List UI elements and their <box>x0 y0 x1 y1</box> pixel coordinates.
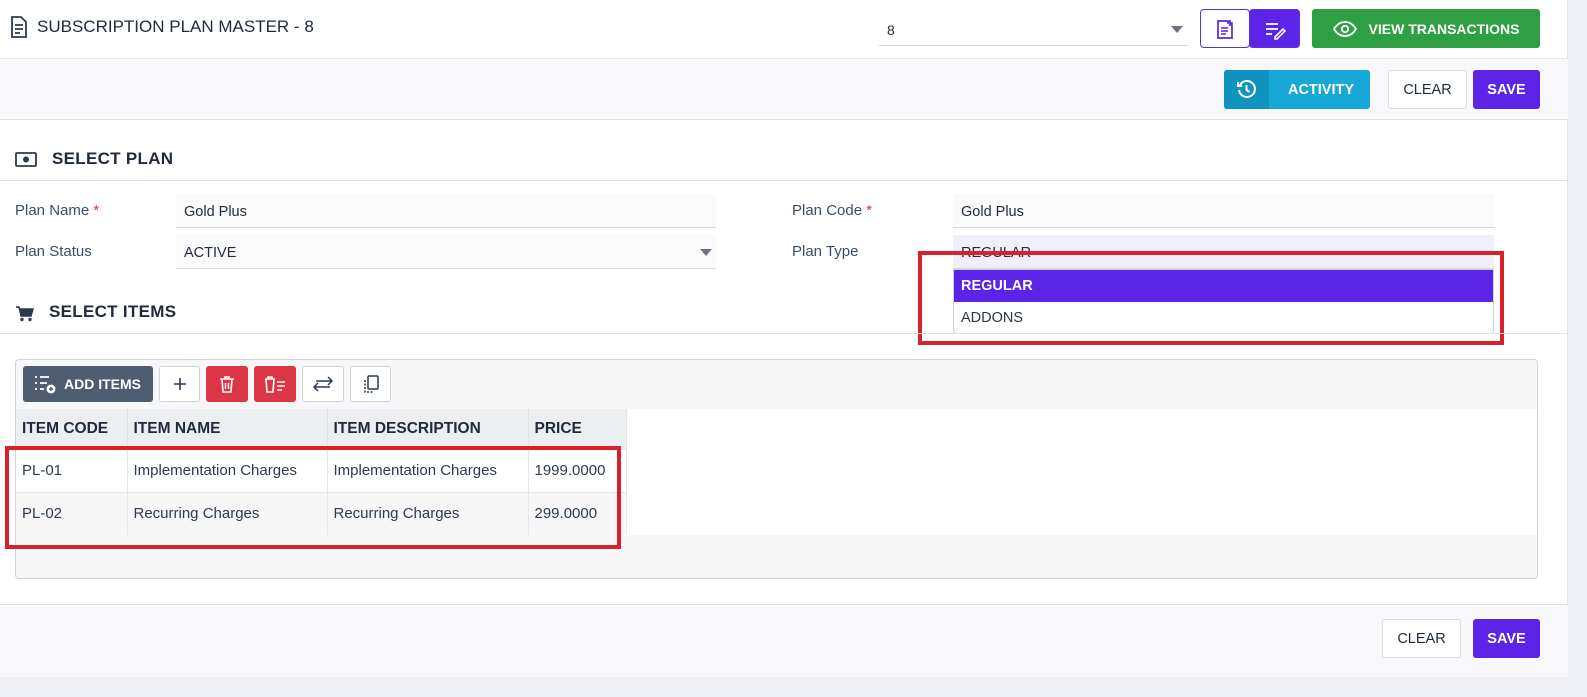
copy-icon <box>363 374 379 393</box>
select-items-heading: SELECT ITEMS <box>49 302 177 321</box>
edit-list-icon <box>1266 23 1286 40</box>
add-items-label: ADD ITEMS <box>64 376 141 392</box>
activity-icon-box <box>1224 70 1269 109</box>
swap-arrows-icon <box>312 376 334 392</box>
chevron-down-icon[interactable] <box>1171 26 1183 33</box>
add-row-button[interactable] <box>159 366 200 402</box>
activity-label: ACTIVITY <box>1287 81 1355 98</box>
page-title: SUBSCRIPTION PLAN MASTER - 8 <box>37 17 314 36</box>
plan-name-field[interactable]: Gold Plus <box>176 194 716 228</box>
select-plan-heading: SELECT PLAN <box>52 149 174 168</box>
plan-status-label: Plan Status <box>15 243 92 260</box>
document-icon <box>9 16 29 43</box>
column-header-price[interactable]: PRICE <box>528 409 627 449</box>
column-header-item-name[interactable]: ITEM NAME <box>127 409 328 449</box>
clear-button[interactable]: CLEAR <box>1388 70 1467 109</box>
footer-bar: CLEAR SAVE <box>0 604 1568 677</box>
chevron-down-icon[interactable] <box>700 249 712 256</box>
plan-status-value: ACTIVE <box>184 245 237 261</box>
plan-name-label: Plan Name * <box>15 202 100 219</box>
activity-button[interactable]: ACTIVITY <box>1224 70 1370 109</box>
new-document-icon <box>1217 20 1233 39</box>
money-icon <box>15 152 37 172</box>
save-button[interactable]: SAVE <box>1473 70 1540 109</box>
table-header-row: ITEM CODE ITEM NAME ITEM DESCRIPTION PRI… <box>16 409 627 449</box>
footer-save-label: SAVE <box>1487 630 1526 647</box>
clear-label: CLEAR <box>1403 81 1452 98</box>
record-select[interactable]: 8 <box>879 12 1188 46</box>
view-transactions-button[interactable]: VIEW TRANSACTIONS <box>1312 9 1540 48</box>
record-select-value: 8 <box>887 22 895 38</box>
divider <box>0 180 1568 181</box>
delete-all-button[interactable] <box>254 366 296 402</box>
edit-list-button[interactable] <box>1249 9 1300 48</box>
add-list-icon <box>35 376 56 394</box>
divider <box>0 333 1568 334</box>
main-panel: SUBSCRIPTION PLAN MASTER - 8 8 VIEW TRAN… <box>0 0 1568 677</box>
plan-code-label: Plan Code * <box>792 202 873 219</box>
action-toolbar: ACTIVITY CLEAR SAVE <box>0 59 1568 120</box>
trash-icon <box>220 375 234 393</box>
footer-save-button[interactable]: SAVE <box>1473 619 1540 658</box>
highlight-box-dropdown <box>918 251 1504 345</box>
view-transactions-label: VIEW TRANSACTIONS <box>1368 20 1520 37</box>
plus-icon <box>173 378 186 390</box>
footer-clear-button[interactable]: CLEAR <box>1382 619 1461 658</box>
new-document-button[interactable] <box>1200 9 1250 48</box>
swap-button[interactable] <box>302 366 344 402</box>
copy-button[interactable] <box>350 366 391 402</box>
column-header-item-description[interactable]: ITEM DESCRIPTION <box>327 409 529 449</box>
eye-icon <box>1332 20 1357 37</box>
highlight-box-rows <box>5 446 621 549</box>
history-icon <box>1237 80 1256 98</box>
plan-code-field[interactable]: Gold Plus <box>953 194 1494 228</box>
top-bar: SUBSCRIPTION PLAN MASTER - 8 8 VIEW TRAN… <box>0 0 1568 59</box>
plan-type-label: Plan Type <box>792 243 859 260</box>
add-items-button[interactable]: ADD ITEMS <box>23 366 153 402</box>
cart-icon <box>15 305 35 327</box>
delete-all-icon <box>265 375 285 393</box>
footer-clear-label: CLEAR <box>1397 630 1446 647</box>
column-header-item-code[interactable]: ITEM CODE <box>16 409 128 449</box>
save-label: SAVE <box>1487 81 1526 98</box>
plan-status-select[interactable]: ACTIVE <box>176 235 716 269</box>
delete-row-button[interactable] <box>206 366 248 402</box>
